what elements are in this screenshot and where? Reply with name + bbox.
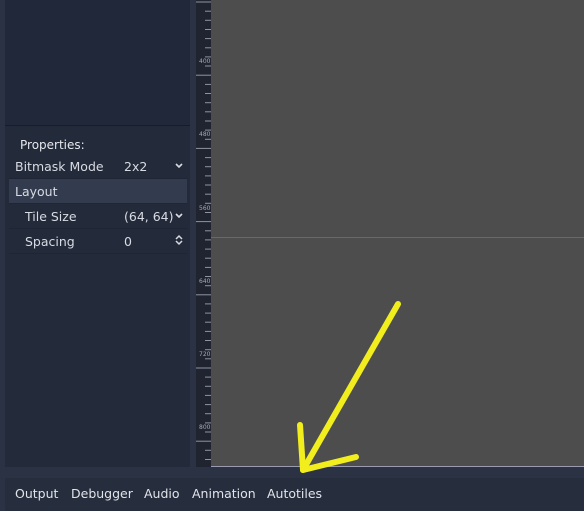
tile-canvas[interactable] — [211, 0, 584, 467]
guide-line — [211, 237, 584, 238]
tab-audio[interactable]: Audio — [144, 486, 180, 501]
bitmask-mode-value[interactable]: 2x2 — [124, 159, 147, 174]
tile-size-value[interactable]: (64, 64) — [124, 209, 174, 224]
spin-arrows-icon[interactable] — [174, 233, 184, 247]
tab-autotiles[interactable]: Autotiles — [267, 486, 322, 501]
inspector: Bitmask Mode 2x2 Layout Tile Size (64, 6… — [9, 154, 187, 254]
tab-animation[interactable]: Animation — [192, 486, 256, 501]
ruler-label: 480 — [199, 131, 211, 138]
properties-header: Properties: — [20, 138, 85, 152]
bitmask-mode-row[interactable]: Bitmask Mode 2x2 — [9, 154, 187, 179]
layout-section-label: Layout — [15, 184, 58, 199]
tab-output[interactable]: Output — [15, 486, 58, 501]
ruler-label: 720 — [199, 351, 211, 358]
ruler-label: 560 — [199, 205, 211, 212]
bottom-panel-tabs: Output Debugger Audio Animation Autotile… — [5, 478, 584, 511]
chevron-down-icon[interactable] — [174, 158, 184, 172]
tab-debugger[interactable]: Debugger — [71, 486, 133, 501]
spacing-label: Spacing — [25, 234, 75, 249]
canvas-bottom-edge — [211, 466, 584, 467]
bitmask-mode-label: Bitmask Mode — [15, 159, 104, 174]
spacing-value[interactable]: 0 — [124, 234, 132, 249]
tile-size-row[interactable]: Tile Size (64, 64) — [9, 204, 187, 229]
ruler-label: 400 — [199, 58, 211, 65]
ruler-label: 800 — [199, 424, 211, 431]
chevron-down-icon[interactable] — [174, 208, 184, 222]
tile-list[interactable] — [5, 0, 190, 126]
ruler-ticks — [196, 1, 211, 460]
ruler-label: 640 — [199, 278, 211, 285]
vertical-ruler: 400 480 560 640 720 800 — [196, 0, 212, 467]
spacing-row[interactable]: Spacing 0 — [9, 229, 187, 254]
tile-size-label: Tile Size — [25, 209, 77, 224]
layout-section[interactable]: Layout — [9, 179, 187, 204]
